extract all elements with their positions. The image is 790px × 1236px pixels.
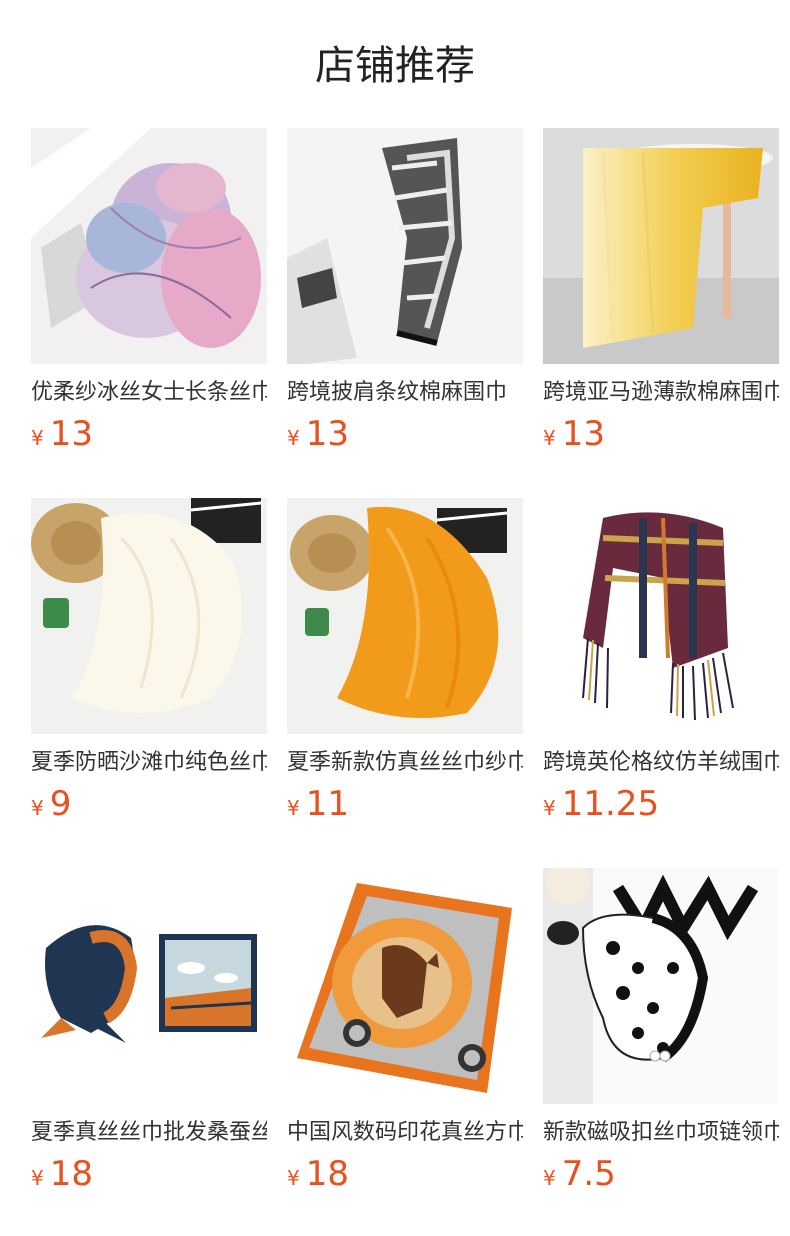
horse-print-square-scarf-image (287, 868, 523, 1104)
product-name[interactable]: 夏季防晒沙滩巾纯色丝巾 (31, 748, 267, 778)
product-price: ¥18 (31, 1154, 267, 1194)
product-name[interactable]: 夏季新款仿真丝丝巾纱巾 (287, 748, 523, 778)
product-card[interactable]: 跨境亚马逊薄款棉麻围巾 ¥13 (543, 128, 779, 468)
polka-dot-scarf-necklace-image (543, 868, 779, 1104)
crane-print-silk-scarf-image (31, 868, 267, 1104)
price-amount: 11.25 (561, 784, 660, 824)
product-image[interactable] (543, 498, 779, 734)
currency-symbol: ¥ (543, 796, 556, 820)
currency-symbol: ¥ (287, 796, 300, 820)
product-image[interactable] (287, 868, 523, 1104)
black-white-striped-scarf-image (287, 128, 523, 364)
product-price: ¥18 (287, 1154, 523, 1194)
product-price: ¥7.5 (543, 1154, 779, 1194)
currency-symbol: ¥ (543, 426, 556, 450)
currency-symbol: ¥ (287, 426, 300, 450)
ivory-chiffon-scarf-image (31, 498, 267, 734)
orange-chiffon-scarf-image (287, 498, 523, 734)
product-card[interactable]: 跨境英伦格纹仿羊绒围巾 ¥11.25 (543, 498, 779, 838)
product-card[interactable]: 夏季防晒沙滩巾纯色丝巾 ¥9 (31, 498, 267, 838)
currency-symbol: ¥ (31, 426, 44, 450)
price-amount: 13 (49, 414, 93, 454)
currency-symbol: ¥ (543, 1166, 556, 1190)
product-price: ¥9 (31, 784, 267, 824)
product-image[interactable] (543, 868, 779, 1104)
product-name[interactable]: 中国风数码印花真丝方巾 (287, 1118, 523, 1148)
product-name[interactable]: 跨境英伦格纹仿羊绒围巾 (543, 748, 779, 778)
currency-symbol: ¥ (31, 1166, 44, 1190)
product-card[interactable]: 优柔纱冰丝女士长条丝巾 ¥13 (31, 128, 267, 468)
price-amount: 13 (305, 414, 349, 454)
product-name[interactable]: 跨境亚马逊薄款棉麻围巾 (543, 378, 779, 408)
price-amount: 11 (305, 784, 349, 824)
product-image[interactable] (31, 498, 267, 734)
product-price: ¥13 (543, 414, 779, 454)
product-price: ¥13 (31, 414, 267, 454)
price-amount: 7.5 (561, 1154, 616, 1194)
product-card[interactable]: 夏季真丝丝巾批发桑蚕丝 ¥18 (31, 868, 267, 1208)
product-card[interactable]: 跨境披肩条纹棉麻围巾 ¥13 (287, 128, 523, 468)
product-image[interactable] (287, 128, 523, 364)
product-price: ¥11 (287, 784, 523, 824)
product-card[interactable]: 中国风数码印花真丝方巾 ¥18 (287, 868, 523, 1208)
product-image[interactable] (31, 868, 267, 1104)
product-image[interactable] (31, 128, 267, 364)
product-price: ¥11.25 (543, 784, 779, 824)
pastel-floral-scarf-image (31, 128, 267, 364)
product-name[interactable]: 新款磁吸扣丝巾项链领巾 (543, 1118, 779, 1148)
currency-symbol: ¥ (31, 796, 44, 820)
price-amount: 18 (305, 1154, 349, 1194)
price-amount: 9 (49, 784, 72, 824)
page-title: 店铺推荐 (315, 43, 475, 89)
product-name[interactable]: 跨境披肩条纹棉麻围巾 (287, 378, 523, 408)
product-image[interactable] (287, 498, 523, 734)
price-amount: 13 (561, 414, 605, 454)
yellow-gradient-scarf-image (543, 128, 779, 364)
product-price: ¥13 (287, 414, 523, 454)
product-name[interactable]: 优柔纱冰丝女士长条丝巾 (31, 378, 267, 408)
product-image[interactable] (543, 128, 779, 364)
product-name[interactable]: 夏季真丝丝巾批发桑蚕丝 (31, 1118, 267, 1148)
currency-symbol: ¥ (287, 1166, 300, 1190)
product-card[interactable]: 新款磁吸扣丝巾项链领巾 ¥7.5 (543, 868, 779, 1208)
product-card[interactable]: 夏季新款仿真丝丝巾纱巾 ¥11 (287, 498, 523, 838)
price-amount: 18 (49, 1154, 93, 1194)
plaid-tassel-scarf-image (543, 498, 779, 734)
